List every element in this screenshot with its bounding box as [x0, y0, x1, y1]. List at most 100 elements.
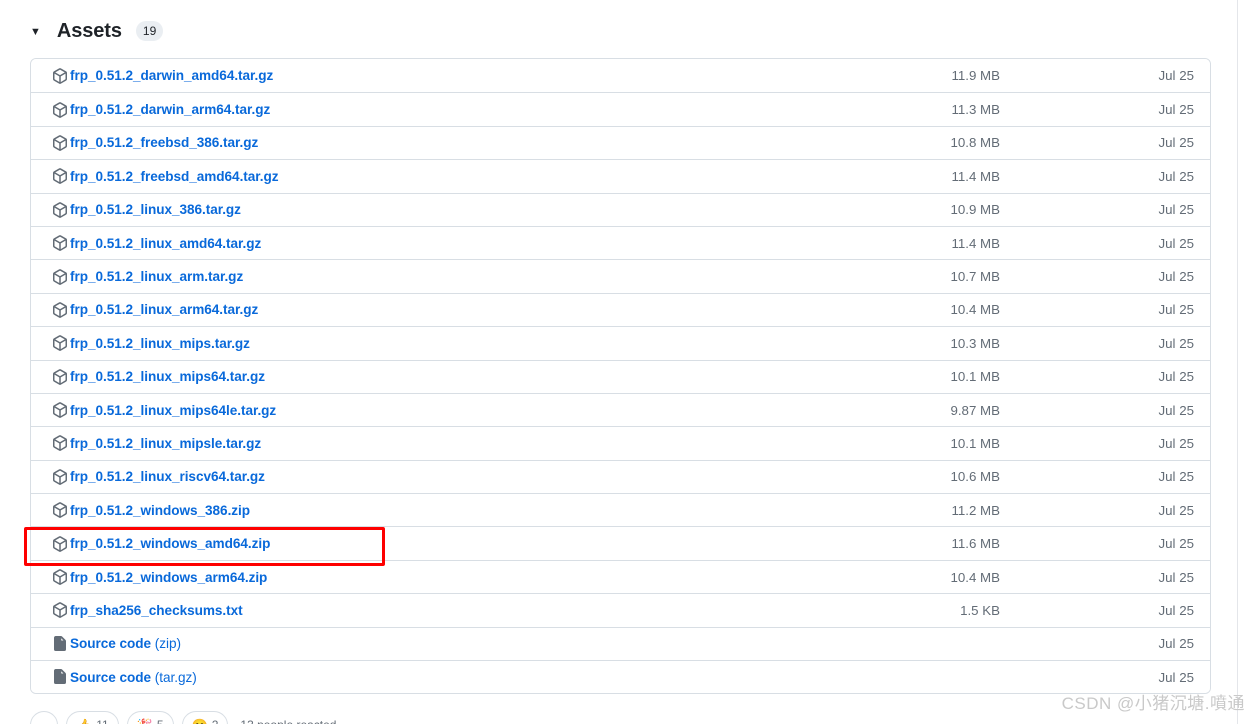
- package-icon: [51, 602, 68, 619]
- asset-name-cell: frp_0.51.2_linux_386.tar.gz: [51, 201, 874, 218]
- asset-size: 11.4 MB: [951, 168, 1000, 184]
- asset-size: 10.7 MB: [950, 269, 1000, 285]
- asset-row[interactable]: frp_sha256_checksums.txt 1.5 KB Jul 25: [31, 593, 1210, 627]
- asset-file-name: frp_0.51.2_linux_arm.tar.gz: [70, 269, 244, 285]
- asset-download-link[interactable]: frp_0.51.2_linux_mipsle.tar.gz: [70, 436, 261, 451]
- asset-name-cell: frp_0.51.2_darwin_arm64.tar.gz: [51, 101, 874, 118]
- assets-title: Assets: [56, 19, 122, 42]
- asset-row[interactable]: frp_0.51.2_linux_arm64.tar.gz 10.4 MB Jul …: [31, 292, 1210, 327]
- asset-date: Jul 25: [1158, 235, 1194, 251]
- asset-file-name: frp_0.51.2_linux_mipsle.tar.gz: [70, 435, 262, 451]
- asset-size: 10.8 MB: [950, 135, 1000, 151]
- asset-row[interactable]: frp_0.51.2_linux_mips.tar.gz 10.3 MB Jul 2…: [31, 326, 1210, 360]
- asset-download-link[interactable]: frp_0.51.2_freebsd_amd64.tar.gz: [70, 169, 279, 184]
- asset-download-link[interactable]: frp_0.51.2_linux_mips64.tar.gz: [70, 369, 265, 384]
- asset-row[interactable]: frp_0.51.2_linux_386.tar.gz 10.9 MB Jul 25: [31, 192, 1210, 226]
- asset-row[interactable]: frp_0.51.2_linux_riscv64.tar.gz 10.6 MB Ju…: [31, 459, 1210, 494]
- asset-row[interactable]: frp_0.51.2_linux_arm.tar.gz 10.7 MB Jul 25: [31, 259, 1210, 293]
- asset-download-link[interactable]: Source code (zip): [70, 636, 181, 651]
- asset-size: 10.6 MB: [950, 469, 1000, 485]
- reaction-pill[interactable]: 🎉5: [126, 711, 174, 724]
- asset-row[interactable]: frp_0.51.2_linux_mips64le.tar.gz 9.87 MB J…: [31, 392, 1210, 427]
- asset-date: Jul 25: [1158, 369, 1194, 385]
- reaction-count: 11: [96, 718, 108, 724]
- asset-size: 9.87 MB: [950, 402, 1000, 418]
- reaction-pill[interactable]: [30, 711, 58, 724]
- asset-download-link[interactable]: frp_0.51.2_darwin_arm64.tar.gz: [70, 102, 270, 117]
- asset-row[interactable]: Source code (tar.gz) Jul 25: [31, 660, 1210, 694]
- asset-row[interactable]: frp_0.51.2_darwin_amd64.tar.gz 11.9 MB Jul…: [31, 59, 1210, 93]
- asset-size: 11.4 MB: [951, 235, 1000, 251]
- watermark: CSDN @小猪沉塘.噴通: [1061, 694, 1245, 713]
- asset-row[interactable]: frp_0.51.2_freebsd_386.tar.gz 10.8 MB Jul …: [31, 125, 1210, 160]
- package-icon: [51, 67, 68, 84]
- asset-file-name: frp_0.51.2_linux_mips.tar.gz: [70, 335, 250, 351]
- asset-name-cell: frp_0.51.2_windows_386.zip: [51, 502, 874, 519]
- asset-download-link[interactable]: Source code (tar.gz): [70, 670, 197, 685]
- asset-name-cell: frp_0.51.2_linux_arm.tar.gz: [51, 268, 874, 285]
- asset-download-link[interactable]: frp_sha256_checksums.txt: [70, 603, 243, 618]
- asset-download-link[interactable]: frp_0.51.2_linux_mips.tar.gz: [70, 336, 250, 351]
- asset-date: Jul 25: [1158, 335, 1194, 351]
- asset-download-link[interactable]: frp_0.51.2_linux_amd64.tar.gz: [70, 236, 261, 251]
- asset-download-link[interactable]: frp_0.51.2_linux_mips64le.tar.gz: [70, 403, 276, 418]
- asset-download-link[interactable]: frp_0.51.2_linux_riscv64.tar.gz: [70, 469, 265, 484]
- asset-file-name: Source code: [70, 636, 152, 652]
- file-zip-icon: [51, 635, 68, 652]
- asset-date: Jul 25: [1158, 435, 1194, 451]
- file-zip-icon: [51, 669, 68, 686]
- reactions-bar[interactable]: 👍11🎉5😄213 people reacted: [30, 710, 336, 724]
- asset-download-link[interactable]: frp_0.51.2_windows_386.zip: [70, 503, 250, 518]
- asset-download-link[interactable]: frp_0.51.2_windows_arm64.zip: [70, 570, 267, 585]
- asset-row[interactable]: frp_0.51.2_windows_386.zip 11.2 MB Jul 25: [31, 493, 1210, 527]
- asset-size: 10.9 MB: [950, 202, 1000, 218]
- asset-file-name: frp_0.51.2_linux_riscv64.tar.gz: [70, 469, 265, 485]
- reaction-emoji: 🎉: [137, 719, 153, 724]
- package-icon: [51, 168, 68, 185]
- package-icon: [51, 368, 68, 385]
- asset-file-name: frp_0.51.2_linux_amd64.tar.gz: [70, 235, 262, 251]
- asset-size: 10.1 MB: [950, 369, 1000, 385]
- asset-row[interactable]: frp_0.51.2_linux_mipsle.tar.gz 10.1 MB Jul…: [31, 426, 1210, 460]
- asset-file-name: frp_0.51.2_linux_mips64.tar.gz: [70, 369, 265, 385]
- asset-size: 1.5 KB: [960, 602, 1000, 618]
- asset-row[interactable]: frp_0.51.2_linux_mips64.tar.gz 10.1 MB Jul…: [31, 359, 1210, 393]
- reaction-pill[interactable]: 😄2: [181, 711, 229, 724]
- asset-download-link[interactable]: frp_0.51.2_linux_arm.tar.gz: [70, 269, 243, 284]
- asset-download-link[interactable]: frp_0.51.2_darwin_amd64.tar.gz: [70, 68, 273, 83]
- asset-row[interactable]: frp_0.51.2_windows_amd64.zip 11.6 MB Jul 2…: [31, 526, 1210, 560]
- package-icon: [51, 235, 68, 252]
- package-icon: [51, 301, 68, 318]
- asset-name-cell: frp_0.51.2_windows_arm64.zip: [51, 569, 874, 586]
- asset-date: Jul 25: [1158, 569, 1194, 585]
- asset-download-link[interactable]: frp_0.51.2_linux_arm64.tar.gz: [70, 302, 258, 317]
- asset-row[interactable]: frp_0.51.2_darwin_arm64.tar.gz 11.3 MB Jul…: [31, 92, 1210, 126]
- asset-date: Jul 25: [1158, 202, 1194, 218]
- chevron-down-icon[interactable]: ▼: [30, 26, 41, 38]
- asset-name-cell: frp_0.51.2_linux_mips64le.tar.gz: [51, 402, 874, 419]
- assets-section-header[interactable]: ▼ Assets 19: [30, 16, 164, 46]
- asset-download-link[interactable]: frp_0.51.2_linux_386.tar.gz: [70, 202, 241, 217]
- asset-download-link[interactable]: frp_0.51.2_windows_amd64.zip: [70, 536, 270, 551]
- asset-file-name: frp_0.51.2_windows_amd64.zip: [70, 536, 271, 552]
- asset-name-cell: Source code (zip): [51, 635, 874, 652]
- asset-file-name: Source code: [70, 669, 152, 685]
- asset-date: Jul 25: [1158, 135, 1194, 151]
- asset-row[interactable]: Source code (zip) Jul 25: [31, 626, 1210, 661]
- asset-download-link[interactable]: frp_0.51.2_freebsd_386.tar.gz: [70, 135, 258, 150]
- asset-row[interactable]: frp_0.51.2_linux_amd64.tar.gz 11.4 MB Jul …: [31, 225, 1210, 260]
- asset-date: Jul 25: [1158, 102, 1194, 118]
- asset-row[interactable]: frp_0.51.2_freebsd_amd64.tar.gz 11.4 MB Ju…: [31, 159, 1210, 193]
- asset-date: Jul 25: [1158, 168, 1194, 184]
- asset-size: 10.3 MB: [950, 335, 1000, 351]
- asset-size: 11.2 MB: [951, 502, 1000, 518]
- release-assets-page: ▼ Assets 19 frp_0.51.2_darwin_amd64.tar.…: [0, 0, 1259, 724]
- asset-name-cell: frp_0.51.2_linux_riscv64.tar.gz: [51, 468, 874, 485]
- package-icon: [51, 101, 68, 118]
- reaction-pill[interactable]: 👍 11: [66, 711, 119, 724]
- asset-row[interactable]: frp_0.51.2_windows_arm64.zip 10.4 MB Jul 2…: [31, 559, 1210, 594]
- asset-size: 11.6 MB: [951, 536, 1000, 552]
- asset-file-name: frp_sha256_checksums.txt: [70, 602, 243, 618]
- reaction-count: 2: [212, 718, 219, 724]
- asset-size: 11.9 MB: [951, 68, 1000, 84]
